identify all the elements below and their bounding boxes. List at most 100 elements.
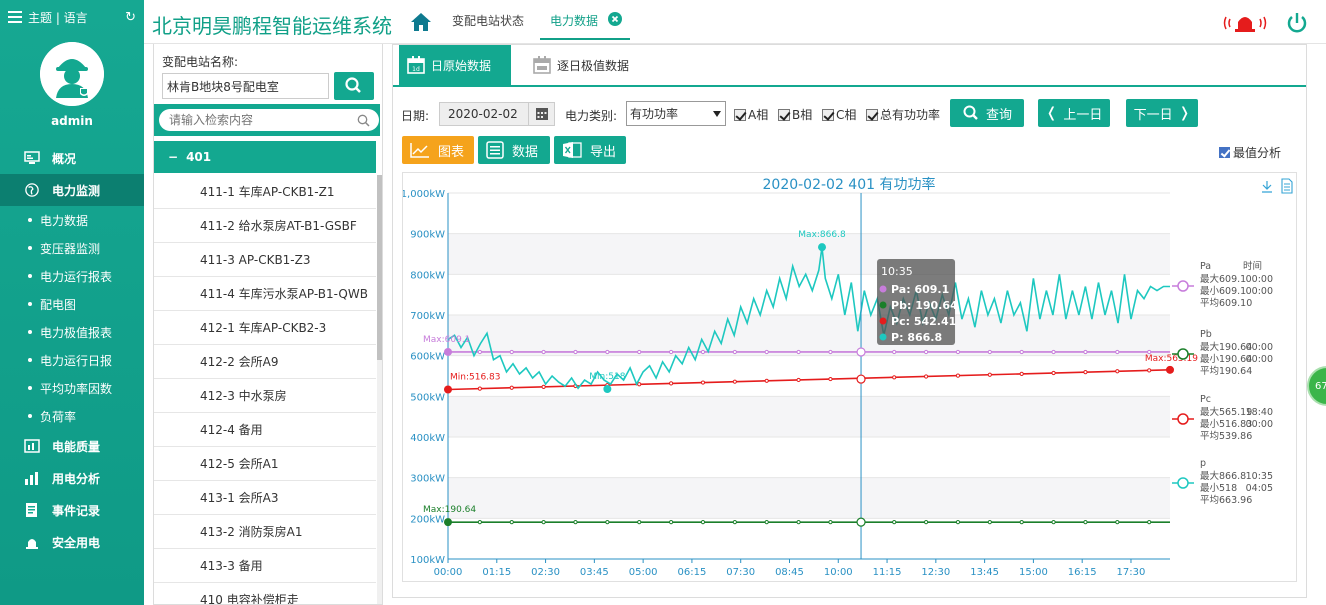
bullet-icon bbox=[28, 414, 32, 418]
sidebar-sub-power-factor[interactable]: 平均功率因数 bbox=[0, 374, 144, 402]
checkbox-icon[interactable] bbox=[866, 108, 878, 121]
chart-view-button[interactable]: 图表 bbox=[402, 136, 474, 164]
next-day-button[interactable]: 下一日 ❭ bbox=[1126, 99, 1198, 127]
sidebar-sub-load-rate[interactable]: 负荷率 bbox=[0, 402, 144, 430]
sidebar-sub-power-data[interactable]: 电力数据 bbox=[0, 206, 144, 234]
list-item[interactable]: 411-4 车库污水泵AP-B1-QWB bbox=[154, 277, 376, 311]
series-point-pc bbox=[1019, 371, 1024, 376]
checkbox-icon[interactable] bbox=[778, 108, 790, 121]
scrollbar-thumb[interactable] bbox=[377, 175, 382, 360]
checkbox-icon[interactable] bbox=[734, 108, 746, 121]
series-point-pc bbox=[1051, 370, 1056, 376]
checkbox-total-power[interactable]: 总有功功率 bbox=[866, 106, 940, 123]
legend-header: 时间 bbox=[1243, 260, 1262, 272]
sidebar-sub-diagram[interactable]: 配电图 bbox=[0, 290, 144, 318]
chart-container: 2020-02-02 401 有功功率 100kW 200kW 300kW 400kW 5… bbox=[402, 172, 1297, 582]
x-tick-label: 11:15 bbox=[873, 567, 902, 578]
station-input[interactable]: 林肯B地块8号配电室 bbox=[162, 73, 329, 99]
legend-stat: 平均190.64 bbox=[1200, 365, 1252, 377]
sidebar-sub-transformer[interactable]: 变压器监测 bbox=[0, 234, 144, 262]
station-input-value: 林肯B地块8号配电室 bbox=[167, 79, 279, 94]
refresh-icon[interactable]: ↻ bbox=[125, 10, 136, 25]
checkbox-phase-b[interactable]: B相 bbox=[778, 106, 812, 123]
bar-chart-icon bbox=[25, 472, 38, 485]
sidebar-item-quality[interactable]: 电能质量 bbox=[0, 430, 144, 462]
checkbox-phase-c[interactable]: C相 bbox=[822, 106, 856, 123]
list-item[interactable]: 410 电容补偿柜走 bbox=[154, 583, 376, 604]
checkbox-icon[interactable] bbox=[1219, 147, 1230, 158]
collapse-icon[interactable]: − bbox=[168, 150, 178, 164]
legend-time: 00:00 bbox=[1246, 342, 1273, 353]
group-row[interactable]: −401 bbox=[154, 141, 376, 173]
theme-language-link[interactable]: 主题 | 语言 bbox=[28, 9, 88, 26]
type-label: 电力类别: bbox=[565, 109, 618, 123]
tooltip-line: Pa: 609.1 bbox=[891, 283, 949, 296]
close-tab-icon[interactable] bbox=[608, 12, 622, 26]
export-button[interactable]: 导出 bbox=[554, 136, 626, 164]
sidebar-sub-daily-report[interactable]: 电力运行日报 bbox=[0, 346, 144, 374]
list-item[interactable]: 412-4 备用 bbox=[154, 413, 376, 447]
list-item[interactable]: 411-2 给水泵房AT-B1-GSBF bbox=[154, 209, 376, 243]
filter-input[interactable] bbox=[159, 109, 379, 131]
view-toolbar: 图表 数据 导出 最值分析 bbox=[393, 136, 1306, 164]
sidebar-sub-extreme-report[interactable]: 电力极值报表 bbox=[0, 318, 144, 346]
home-icon[interactable] bbox=[410, 12, 432, 32]
power-icon[interactable] bbox=[1286, 12, 1308, 34]
float-badge[interactable]: 67 bbox=[1307, 366, 1326, 406]
query-button[interactable]: 查询 bbox=[950, 99, 1024, 127]
list-item[interactable]: 413-1 会所A3 bbox=[154, 481, 376, 515]
alarm-bell-icon[interactable] bbox=[1222, 12, 1268, 34]
date-input[interactable]: 2020-02-02 bbox=[439, 102, 529, 126]
pa-max-label: Max:609.1 bbox=[423, 335, 470, 345]
data-view-icon[interactable] bbox=[1281, 178, 1293, 194]
prev-day-button[interactable]: ❬ 上一日 bbox=[1038, 99, 1110, 127]
p-max-point bbox=[818, 243, 827, 252]
sidebar-item-usage[interactable]: 用电分析 bbox=[0, 462, 144, 494]
sub-item-label: 配电图 bbox=[40, 297, 77, 312]
y-tick-label: 200kW bbox=[410, 514, 445, 525]
tab-daily-extreme[interactable]: 逐日极值数据 bbox=[525, 45, 637, 85]
tab-station-status[interactable]: 变配电站状态 bbox=[452, 12, 524, 29]
series-point-pb bbox=[987, 520, 992, 525]
sidebar-item-safety[interactable]: 安全用电 bbox=[0, 526, 144, 558]
sidebar-item-power-monitor[interactable]: 电力监测 bbox=[0, 174, 144, 206]
station-search-button[interactable] bbox=[334, 72, 374, 100]
series-point-pa bbox=[764, 349, 769, 355]
download-icon[interactable] bbox=[1262, 181, 1272, 193]
series-point-pa bbox=[700, 349, 706, 355]
series-point-pc bbox=[700, 380, 706, 385]
series-point-pa bbox=[669, 349, 674, 355]
legend-marker-pb bbox=[1177, 348, 1189, 360]
sidebar-item-label: 电力监测 bbox=[52, 183, 101, 198]
list-item[interactable]: 412-5 会所A1 bbox=[154, 447, 376, 481]
excel-icon bbox=[563, 142, 582, 158]
checkbox-icon[interactable] bbox=[822, 108, 834, 121]
checkbox-phase-a[interactable]: A相 bbox=[734, 106, 768, 123]
list-scrollbar[interactable] bbox=[377, 175, 382, 604]
sidebar-item-events[interactable]: 事件记录 bbox=[0, 494, 144, 526]
series-point-pa bbox=[1115, 349, 1120, 355]
chevron-left-icon: ❬ bbox=[1045, 105, 1058, 121]
tab-daily-raw[interactable]: 1d 日原始数据 bbox=[399, 45, 511, 85]
date-picker-button[interactable] bbox=[529, 102, 555, 126]
tab-power-data[interactable]: 电力数据 bbox=[550, 12, 598, 29]
legend-name: Pb bbox=[1200, 329, 1212, 340]
list-item[interactable]: 412-2 会所A9 bbox=[154, 345, 376, 379]
list-item[interactable]: 411-3 AP-CKB1-Z3 bbox=[154, 243, 376, 277]
list-item[interactable]: 411-1 车库AP-CKB1-Z1 bbox=[154, 175, 376, 209]
menu-icon[interactable] bbox=[8, 11, 22, 23]
data-view-button[interactable]: 数据 bbox=[478, 136, 550, 164]
list-item[interactable]: 412-3 中水泵房 bbox=[154, 379, 376, 413]
series-point-pb bbox=[955, 520, 961, 525]
sidebar-item-overview[interactable]: 概况 bbox=[0, 142, 144, 174]
power-type-select[interactable]: 有功功率 bbox=[626, 101, 726, 126]
list-item[interactable]: 413-2 消防泵房A1 bbox=[154, 515, 376, 549]
list-item[interactable]: 412-1 车库AP-CKB2-3 bbox=[154, 311, 376, 345]
list-item[interactable]: 413-3 备用 bbox=[154, 549, 376, 583]
series-point-pa bbox=[541, 349, 546, 355]
max-analysis-checkbox[interactable]: 最值分析 bbox=[1219, 144, 1281, 161]
cursor-point-pb bbox=[856, 517, 866, 527]
y-tick-label: 300kW bbox=[410, 474, 445, 485]
sub-item-label: 电力数据 bbox=[40, 213, 89, 228]
sidebar-sub-run-report[interactable]: 电力运行报表 bbox=[0, 262, 144, 290]
